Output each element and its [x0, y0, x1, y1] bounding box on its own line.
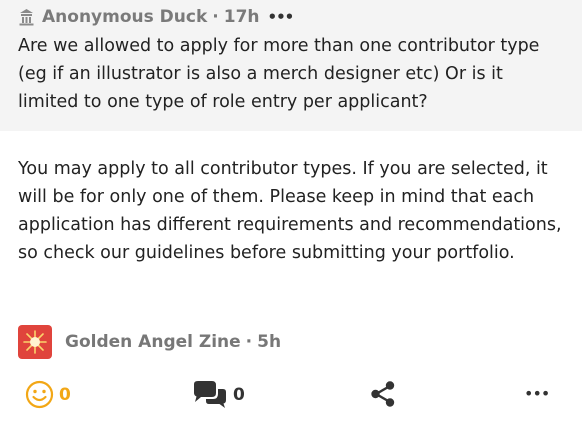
reaction-count: 0 [59, 384, 71, 405]
answer-author-row: Golden Angel Zine · 5h [0, 323, 582, 361]
more-icon: ••• [524, 384, 550, 403]
more-options-button[interactable]: ••• [524, 384, 550, 403]
question-time: 17h [223, 7, 260, 27]
ghost-icon [18, 8, 35, 26]
answer-author[interactable]: Golden Angel Zine [65, 332, 241, 352]
action-bar: 0 0 ••• [0, 374, 582, 418]
comment-button[interactable]: 0 [190, 380, 245, 410]
answer-separator: · [245, 332, 253, 352]
question-header: Anonymous Duck · 17h ••• [18, 6, 582, 28]
share-button[interactable] [370, 380, 396, 408]
question-separator: · [212, 7, 219, 27]
question-text: Are we allowed to apply for more than on… [18, 36, 540, 112]
reaction-button[interactable]: 0 [25, 380, 71, 409]
comment-icon [194, 381, 226, 408]
comment-count: 0 [233, 385, 245, 405]
question-card: Anonymous Duck · 17h ••• Are we allowed … [0, 0, 582, 131]
avatar[interactable] [18, 325, 52, 359]
smile-icon [25, 380, 54, 409]
angel-logo-icon [23, 330, 47, 354]
share-icon [371, 381, 395, 407]
answer-text: You may apply to all contributor types. … [18, 159, 562, 263]
question-author[interactable]: Anonymous Duck [42, 7, 207, 27]
answer-time: 5h [257, 332, 282, 352]
question-more-icon[interactable]: ••• [268, 8, 295, 26]
